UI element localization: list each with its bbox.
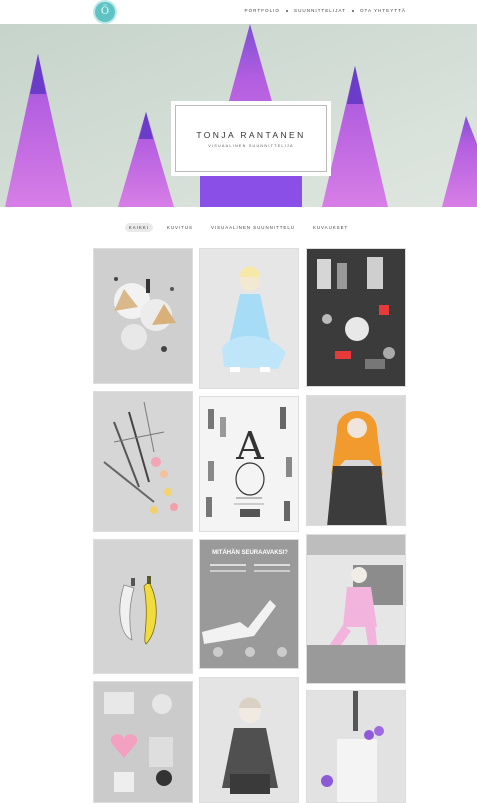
site-logo[interactable]: Ö bbox=[95, 2, 115, 22]
hero-title-box: TONJA RANTANEN VISUAALINEN SUUNNITTELIJA bbox=[171, 101, 331, 176]
svg-text:A: A bbox=[235, 424, 264, 468]
gallery-item-infographic[interactable]: MITÄHÄN SEURAAVAKSI? bbox=[199, 539, 299, 669]
nav-link-portfolio[interactable]: PORTFOLIO bbox=[245, 8, 280, 13]
flowers-and-pens-flatlay-photo bbox=[94, 392, 192, 531]
filter-visual-design[interactable]: VISUAALINEN SUUNNITTELU bbox=[207, 223, 299, 232]
logo-monogram: Ö bbox=[100, 6, 110, 17]
filter-illustration[interactable]: KUVITUS bbox=[163, 223, 197, 232]
hero-banner: TONJA RANTANEN VISUAALINEN SUUNNITTELIJA bbox=[0, 24, 477, 207]
orange-hair-woman-leather-photo bbox=[307, 396, 405, 525]
hero-subtitle: VISUAALINEN SUUNNITTELIJA bbox=[208, 144, 294, 148]
gallery-item-flowers-pens[interactable] bbox=[93, 391, 193, 532]
cosmetics-red-accents-photo bbox=[307, 249, 405, 386]
woman-denim-portrait-photo bbox=[200, 678, 298, 802]
nav-separator-dot bbox=[351, 9, 354, 12]
top-bar: Ö PORTFOLIO SUUNNITTELIJAT OTA YHTEYTTÄ bbox=[0, 0, 477, 24]
gallery-item-orange-hair[interactable] bbox=[306, 395, 406, 526]
gallery-item-denim-portrait[interactable] bbox=[199, 677, 299, 803]
gallery-item-pink-suit[interactable] bbox=[306, 534, 406, 684]
nav-link-designers[interactable]: SUUNNITTELIJAT bbox=[294, 8, 346, 13]
infographic-poster: MITÄHÄN SEURAAVAKSI? bbox=[200, 540, 298, 668]
fashion-illustration-poster: A bbox=[200, 397, 298, 531]
gallery-item-fashion-poster[interactable]: A bbox=[199, 396, 299, 532]
gallery-item-cosmetics[interactable] bbox=[306, 248, 406, 387]
woman-blue-tulle-dress-photo bbox=[200, 249, 298, 388]
gallery-item-milkshake[interactable] bbox=[306, 690, 406, 803]
infographic-heading: MITÄHÄN SEURAAVAKSI? bbox=[212, 549, 288, 556]
hero-title: TONJA RANTANEN bbox=[196, 130, 306, 140]
gallery-item-flatlay-icecream[interactable] bbox=[93, 248, 193, 384]
pink-objects-flatlay-photo bbox=[94, 682, 192, 802]
filter-photography[interactable]: KUVAUKSET bbox=[309, 223, 352, 232]
gallery-item-banana[interactable] bbox=[93, 539, 193, 674]
filter-all[interactable]: KAIKKI bbox=[124, 223, 153, 232]
gallery-item-pink-flatlay[interactable] bbox=[93, 681, 193, 803]
nav-link-contact[interactable]: OTA YHTEYTTÄ bbox=[360, 8, 406, 13]
portfolio-filter-bar: KAIKKI KUVITUS VISUAALINEN SUUNNITTELU K… bbox=[0, 223, 477, 232]
nav-separator-dot bbox=[286, 9, 288, 12]
yellow-banana-photo bbox=[94, 540, 192, 673]
pink-suit-car-photo bbox=[307, 535, 405, 683]
flatlay-icecream-cones-photo bbox=[94, 249, 192, 383]
purple-flower-milkshake-photo bbox=[307, 691, 405, 802]
main-nav: PORTFOLIO SUUNNITTELIJAT OTA YHTEYTTÄ bbox=[245, 8, 406, 13]
gallery-item-blue-dress[interactable] bbox=[199, 248, 299, 389]
